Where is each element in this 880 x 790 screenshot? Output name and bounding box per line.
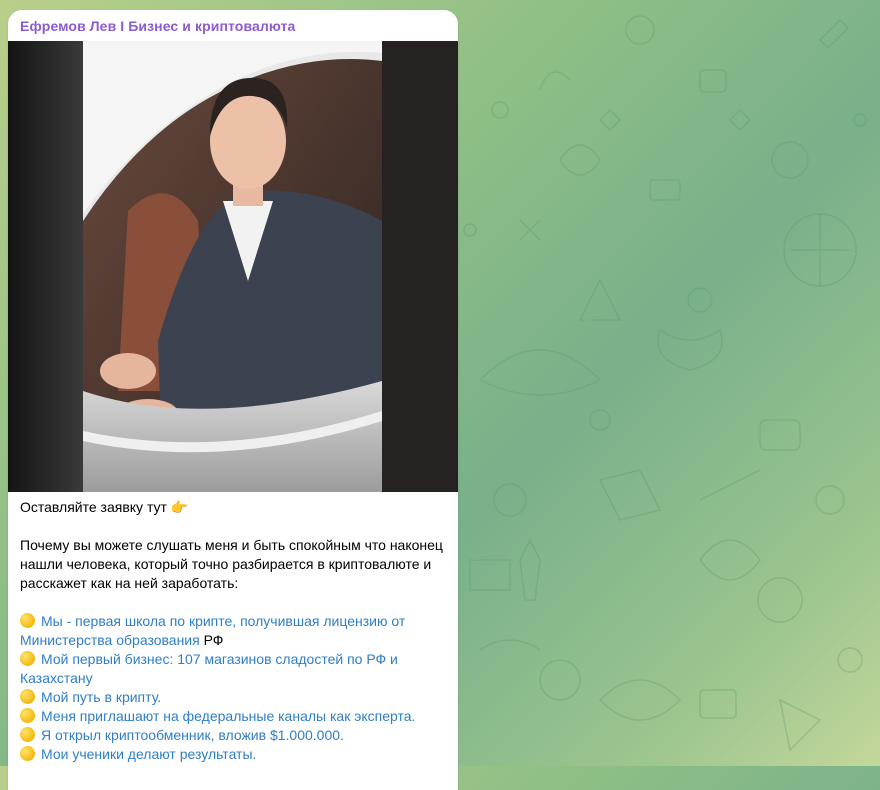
- list-item: Мой первый бизнес: 107 магазинов сладост…: [20, 650, 450, 688]
- yellow-circle-icon: [20, 651, 35, 666]
- call-to-action-line: Оставляйте заявку тут 👉: [20, 498, 450, 517]
- pointing-hand-icon: 👉: [170, 499, 189, 515]
- yellow-circle-icon: [20, 746, 35, 761]
- list-item: Я открыл криптообменник, вложив $1.000.0…: [20, 726, 450, 745]
- list-item: Меня приглашают на федеральные каналы ка…: [20, 707, 450, 726]
- channel-message-bubble: Ефремов Лев I Бизнес и криптовалюта Оста…: [8, 10, 458, 790]
- call-to-action-text: Оставляйте заявку тут: [20, 499, 167, 515]
- intro-paragraph: Почему вы можете слушать меня и быть спо…: [20, 537, 443, 591]
- yellow-circle-icon: [20, 689, 35, 704]
- list-item: Мои ученики делают результаты.: [20, 745, 450, 764]
- yellow-circle-icon: [20, 708, 35, 723]
- list-link[interactable]: Мой путь в крипту.: [41, 689, 161, 705]
- message-text: Оставляйте заявку тут 👉 Почему вы можете…: [20, 498, 450, 764]
- list-item: Мы - первая школа по крипте, получившая …: [20, 612, 450, 650]
- list-item: Мой путь в крипту.: [20, 688, 450, 707]
- feature-list: Мы - первая школа по крипте, получившая …: [20, 612, 450, 764]
- list-link[interactable]: Мои ученики делают результаты.: [41, 746, 256, 762]
- list-link[interactable]: Я открыл криптообменник, вложив $1.000.0…: [41, 727, 344, 743]
- list-link[interactable]: Мой первый бизнес: 107 магазинов сладост…: [20, 651, 398, 686]
- yellow-circle-icon: [20, 727, 35, 742]
- list-link[interactable]: Меня приглашают на федеральные каналы ка…: [41, 708, 415, 724]
- yellow-circle-icon: [20, 613, 35, 628]
- channel-name[interactable]: Ефремов Лев I Бизнес и криптовалюта: [20, 18, 295, 34]
- list-item-tail: РФ: [199, 632, 224, 648]
- message-photo[interactable]: [8, 41, 458, 492]
